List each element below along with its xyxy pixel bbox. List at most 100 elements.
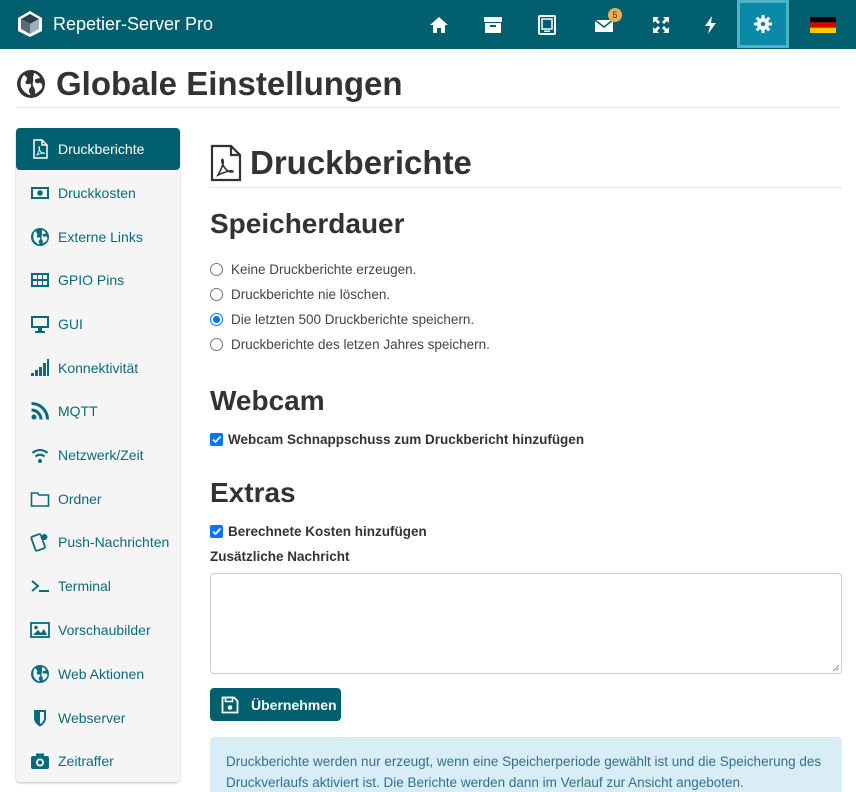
radio-label: Druckberichte nie löschen. xyxy=(231,287,391,302)
nav-home[interactable] xyxy=(413,0,465,49)
nav-language[interactable] xyxy=(797,0,849,49)
sidebar-item-druckberichte[interactable]: Druckberichte xyxy=(16,128,180,170)
storage-option-last-500[interactable]: Die letzten 500 Druckberichte speichern. xyxy=(210,312,474,327)
sidebar-item-label: Druckkosten xyxy=(58,185,136,201)
rss-icon xyxy=(30,401,50,421)
pdf-file-icon xyxy=(30,139,50,159)
terminal-icon xyxy=(30,576,50,596)
globe-icon xyxy=(30,664,50,684)
radio-label: Keine Druckberichte erzeugen. xyxy=(231,262,417,277)
sidebar-item-terminal[interactable]: Terminal xyxy=(16,565,180,607)
save-button-label: Übernehmen xyxy=(251,696,337,713)
tablet-icon xyxy=(538,14,556,35)
sidebar-item-label: Webserver xyxy=(58,710,126,726)
messages-badge: 5 xyxy=(608,8,622,22)
sidebar-item-mqtt[interactable]: MQTT xyxy=(16,390,180,432)
phone-icon xyxy=(30,532,50,552)
sidebar-item-label: Push-Nachrichten xyxy=(58,534,170,550)
signal-icon xyxy=(30,358,50,378)
repetier-logo-icon xyxy=(18,11,42,37)
sidebar-item-label: Web Aktionen xyxy=(58,666,145,682)
radio-button-selected[interactable] xyxy=(210,313,223,326)
radio-button[interactable] xyxy=(210,263,223,276)
sidebar-item-label: Vorschaubilder xyxy=(58,622,151,638)
nav-messages[interactable]: 5 xyxy=(578,0,630,49)
monitor-icon xyxy=(30,314,50,334)
gear-icon xyxy=(754,15,772,33)
additional-message-label: Zusätzliche Nachricht xyxy=(210,549,350,564)
storage-option-none[interactable]: Keine Druckberichte erzeugen. xyxy=(210,262,416,277)
storage-heading: Speicherdauer xyxy=(210,208,405,239)
archive-icon xyxy=(484,16,502,33)
money-icon xyxy=(30,183,50,203)
sidebar-item-druckkosten[interactable]: Druckkosten xyxy=(16,172,180,214)
sidebar-item-label: Zeitraffer xyxy=(58,753,114,769)
wifi-icon xyxy=(30,445,50,465)
sidebar-item-gui[interactable]: GUI xyxy=(16,303,180,345)
radio-label: Druckberichte des letzen Jahres speicher… xyxy=(231,337,490,352)
sidebar-item-netzwerk-zeit[interactable]: Netzwerk/Zeit xyxy=(16,434,180,476)
sidebar-item-label: Terminal xyxy=(58,578,111,594)
sidebar-item-label: GPIO Pins xyxy=(58,272,125,288)
radio-button[interactable] xyxy=(210,288,223,301)
nav-printers[interactable] xyxy=(521,0,573,49)
lightning-icon xyxy=(705,15,716,34)
nav-settings[interactable] xyxy=(737,0,789,48)
info-alert: Druckberichte werden nur erzeugt, wenn e… xyxy=(210,737,842,792)
checkbox-label: Webcam Schnappschuss zum Druckbericht hi… xyxy=(228,432,585,447)
checkbox-checked[interactable] xyxy=(210,433,223,446)
home-icon xyxy=(430,16,448,33)
nav-archive[interactable] xyxy=(467,0,519,49)
nav-power[interactable] xyxy=(685,0,737,49)
additional-message-textarea[interactable] xyxy=(210,573,842,674)
radio-label: Die letzten 500 Druckberichte speichern. xyxy=(231,312,475,327)
checkbox-label: Berechnete Kosten hinzufügen xyxy=(228,524,427,539)
page-header: Globale Einstellungen xyxy=(16,60,840,108)
sidebar-item-label: GUI xyxy=(58,316,83,332)
grid-icon xyxy=(30,270,50,290)
radio-button[interactable] xyxy=(210,338,223,351)
checkbox-checked[interactable] xyxy=(210,525,223,538)
sidebar-item-label: MQTT xyxy=(58,403,98,419)
floppy-disk-icon xyxy=(221,696,239,713)
folder-icon xyxy=(30,489,50,509)
sidebar-item-label: Ordner xyxy=(58,491,102,507)
image-icon xyxy=(30,620,50,640)
sidebar-item-externe-links[interactable]: Externe Links xyxy=(16,216,180,258)
globe-icon xyxy=(17,69,45,98)
shield-icon xyxy=(30,708,50,728)
app-title: Repetier-Server Pro xyxy=(53,14,214,34)
extras-heading: Extras xyxy=(210,477,296,508)
storage-option-never-delete[interactable]: Druckberichte nie löschen. xyxy=(210,287,390,302)
section-header: Druckberichte xyxy=(210,138,842,188)
sidebar-item-label: Netzwerk/Zeit xyxy=(58,447,144,463)
pdf-file-icon xyxy=(210,144,242,181)
sidebar-item-zeitraffer[interactable]: Zeitraffer xyxy=(16,740,180,782)
add-costs-checkbox-row[interactable]: Berechnete Kosten hinzufügen xyxy=(210,524,427,539)
resize-grip-icon[interactable] xyxy=(832,664,840,672)
webcam-snapshot-checkbox-row[interactable]: Webcam Schnappschuss zum Druckbericht hi… xyxy=(210,432,584,447)
globe-icon xyxy=(30,227,50,247)
sidebar-item-konnektivitaet[interactable]: Konnektivität xyxy=(16,347,180,389)
webcam-heading: Webcam xyxy=(210,385,325,416)
sidebar-item-ordner[interactable]: Ordner xyxy=(16,478,180,520)
german-flag-icon xyxy=(810,16,836,33)
page-title: Globale Einstellungen xyxy=(56,64,403,102)
sidebar-item-push-nachrichten[interactable]: Push-Nachrichten xyxy=(16,521,180,563)
camera-icon xyxy=(30,751,50,771)
sidebar-item-label: Externe Links xyxy=(58,229,143,245)
sidebar-item-label: Konnektivität xyxy=(58,360,139,376)
expand-icon xyxy=(653,16,669,33)
nav-fullscreen[interactable] xyxy=(635,0,687,49)
sidebar-item-label: Druckberichte xyxy=(58,141,145,157)
brand[interactable]: Repetier-Server Pro xyxy=(16,10,213,38)
settings-sidebar: Druckberichte Druckkosten Externe Links … xyxy=(16,128,180,782)
save-button[interactable]: Übernehmen xyxy=(210,688,341,721)
sidebar-item-webserver[interactable]: Webserver xyxy=(16,697,180,739)
storage-option-last-year[interactable]: Druckberichte des letzen Jahres speicher… xyxy=(210,337,490,352)
sidebar-item-web-aktionen[interactable]: Web Aktionen xyxy=(16,653,180,695)
sidebar-item-gpio-pins[interactable]: GPIO Pins xyxy=(16,259,180,301)
sidebar-item-vorschaubilder[interactable]: Vorschaubilder xyxy=(16,609,180,651)
section-title: Druckberichte xyxy=(250,143,472,181)
top-navbar: Repetier-Server Pro 5 xyxy=(0,0,856,49)
